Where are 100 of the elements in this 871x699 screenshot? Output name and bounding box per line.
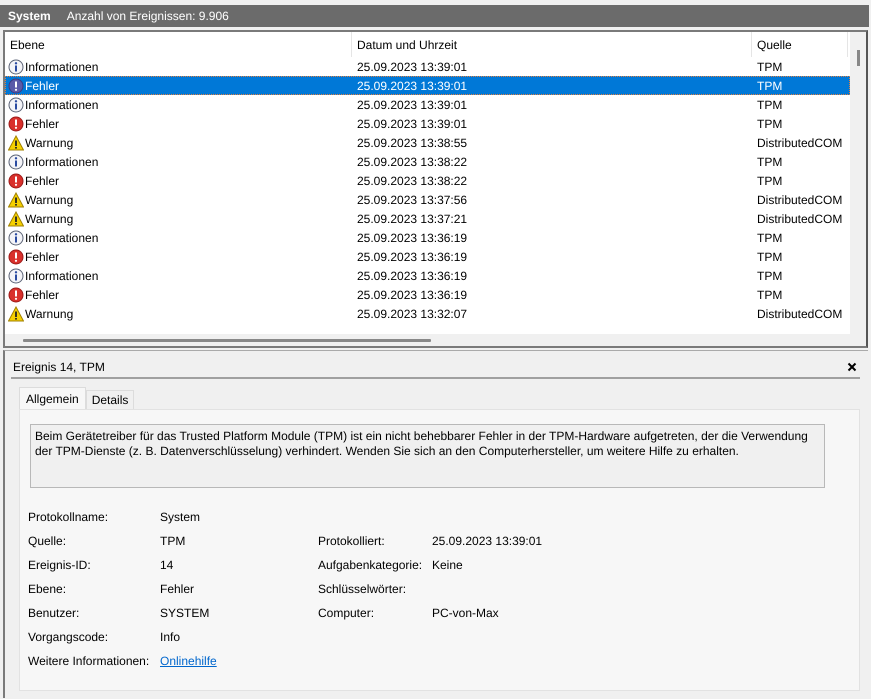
info-icon <box>8 230 24 246</box>
event-row[interactable]: Informationen 25.09.2023 13:36:19 TPM <box>5 228 850 247</box>
close-icon[interactable] <box>847 362 857 372</box>
datetime-cell-text: 25.09.2023 13:39:01 <box>356 116 468 130</box>
event-row[interactable]: Fehler 25.09.2023 13:36:19 TPM <box>5 285 850 304</box>
property-value: Fehler <box>160 582 196 596</box>
datetime-cell-text: 25.09.2023 13:36:19 <box>356 288 468 302</box>
info-icon <box>8 96 24 112</box>
event-row[interactable]: Fehler 25.09.2023 13:38:22 TPM <box>5 171 850 190</box>
property-value: 25.09.2023 13:39:01 <box>432 534 544 548</box>
datetime-cell-text: 25.09.2023 13:39:01 <box>356 60 468 74</box>
level-text: Warnung <box>25 136 74 150</box>
tab[interactable]: Allgemein <box>19 387 86 409</box>
property-label: Vorgangscode: <box>28 630 110 644</box>
horizontal-scrollbar[interactable] <box>23 339 431 342</box>
property-value: SYSTEM <box>160 606 210 620</box>
source-cell-text: DistributedCOM <box>756 136 844 150</box>
property-label: Quelle: <box>28 534 68 548</box>
property-label: Computer: <box>318 606 376 620</box>
level-text: Informationen <box>25 154 98 168</box>
error-icon <box>8 116 24 132</box>
source-cell-text: TPM <box>756 268 784 282</box>
warning-icon <box>8 192 24 208</box>
property-label: Ereignis-ID: <box>28 558 92 572</box>
level-text: Fehler <box>25 78 60 92</box>
error-icon <box>8 78 24 94</box>
warning-icon <box>8 210 24 226</box>
property-value: Keine <box>432 558 464 572</box>
level-text: Fehler <box>25 174 60 188</box>
event-title: Ereignis 14, TPM <box>13 360 105 374</box>
source-cell-text: TPM <box>756 78 784 92</box>
datetime-cell-text: 25.09.2023 13:37:56 <box>356 192 468 206</box>
source-cell-text: TPM <box>756 288 784 302</box>
description-box: Beim Gerätetreiber für das Trusted Platform Module (TPM) ist ein nicht behebbarer Fehler in der TPM-Hardware aufgetreten, der die Verwendung der TPM-Dienste (z. B. Datenverschlüsselung) verhindert. Wenden Sie sich an den Computerhersteller, um weitere Hilfe zu erhalten. <box>30 424 825 488</box>
source-cell-text: TPM <box>756 116 784 130</box>
source-cell-text: DistributedCOM <box>756 212 844 226</box>
source-cell-text: DistributedCOM <box>756 306 844 320</box>
scrollbar-thumb[interactable] <box>856 50 860 66</box>
datetime-cell-text: 25.09.2023 13:36:19 <box>356 268 468 282</box>
property-label: Aufgabenkategorie: <box>318 558 424 572</box>
property-label: Benutzer: <box>28 606 80 620</box>
event-row[interactable]: Informationen 25.09.2023 13:39:01 TPM <box>5 95 850 114</box>
event-count: Anzahl von Ereignissen: 9.906 <box>66 9 229 23</box>
info-icon <box>8 268 24 284</box>
column-header[interactable]: Ebene <box>5 32 352 57</box>
help-link[interactable]: Onlinehilfe <box>160 654 217 668</box>
level-text: Informationen <box>25 60 98 74</box>
level-text: Informationen <box>25 230 98 244</box>
level-text: Fehler <box>25 288 60 302</box>
datetime-cell-text: 25.09.2023 13:32:07 <box>356 306 468 320</box>
warning-icon <box>8 134 24 150</box>
event-row[interactable]: Informationen 25.09.2023 13:38:22 TPM <box>5 152 850 171</box>
property-value: 14 <box>160 558 174 572</box>
level-text: Fehler <box>25 116 60 130</box>
source-cell-text: TPM <box>756 60 784 74</box>
event-row[interactable]: Warnung 25.09.2023 13:32:07 DistributedCOM <box>5 304 850 323</box>
property-value: PC-von-Max <box>432 606 500 620</box>
error-icon <box>8 248 24 264</box>
event-row[interactable]: Informationen 25.09.2023 13:39:01 TPM <box>5 57 850 76</box>
event-row[interactable]: Fehler 25.09.2023 13:39:01 TPM <box>5 114 850 133</box>
datetime-cell-text: 25.09.2023 13:36:19 <box>356 230 468 244</box>
source-cell-text: DistributedCOM <box>756 192 844 206</box>
level-text: Informationen <box>25 268 98 282</box>
event-row[interactable]: Warnung 25.09.2023 13:37:21 DistributedCOM <box>5 209 850 228</box>
level-text: Informationen <box>25 98 98 112</box>
column-header[interactable]: Quelle <box>752 32 848 57</box>
source-cell-text: TPM <box>756 230 784 244</box>
property-label: Ebene: <box>28 582 68 596</box>
level-text: Warnung <box>25 212 74 226</box>
info-icon <box>8 154 24 170</box>
log-title: System <box>8 9 51 23</box>
event-row[interactable]: Warnung 25.09.2023 13:38:55 DistributedCOM <box>5 133 850 152</box>
datetime-cell-text: 25.09.2023 13:38:55 <box>356 136 468 150</box>
tab[interactable]: Details <box>86 390 134 409</box>
info-icon <box>8 58 24 74</box>
level-text: Fehler <box>25 250 60 264</box>
error-icon <box>8 172 24 188</box>
level-text: Warnung <box>25 306 74 320</box>
datetime-cell-text: 25.09.2023 13:39:01 <box>356 98 468 112</box>
property-value: System <box>160 510 202 524</box>
property-value: TPM <box>160 534 186 548</box>
property-label: Protokolliert: <box>318 534 386 548</box>
event-row[interactable]: Warnung 25.09.2023 13:37:56 DistributedCOM <box>5 190 850 209</box>
property-label: Protokollname: <box>28 510 110 524</box>
datetime-cell-text: 25.09.2023 13:36:19 <box>356 250 468 264</box>
event-row[interactable]: Informationen 25.09.2023 13:36:19 TPM <box>5 266 850 285</box>
datetime-cell-text: 25.09.2023 13:38:22 <box>356 174 468 188</box>
warning-icon <box>8 306 24 322</box>
level-text: Warnung <box>25 192 74 206</box>
datetime-cell-text: 25.09.2023 13:37:21 <box>356 212 468 226</box>
event-row[interactable]: Fehler 25.09.2023 13:36:19 TPM <box>5 247 850 266</box>
error-icon <box>8 286 24 302</box>
source-cell-text: TPM <box>756 174 784 188</box>
source-cell-text: TPM <box>756 250 784 264</box>
property-label: Weitere Informationen: <box>28 654 150 668</box>
event-row[interactable]: Fehler 25.09.2023 13:39:01 TPM <box>5 76 850 95</box>
datetime-cell-text: 25.09.2023 13:38:22 <box>356 154 468 168</box>
source-cell-text: TPM <box>756 154 784 168</box>
property-value: Info <box>160 630 182 644</box>
column-header[interactable]: Datum und Uhrzeit <box>352 32 752 57</box>
